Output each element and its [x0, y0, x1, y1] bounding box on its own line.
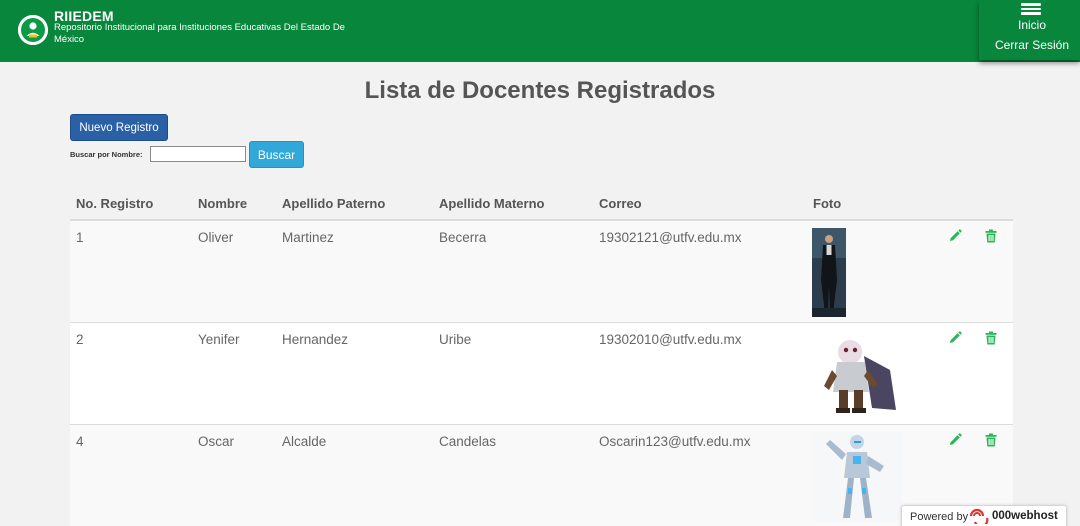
col-header-apellido-paterno: Apellido Paterno: [276, 188, 433, 221]
cell-nombre: Oliver: [192, 219, 276, 322]
table-header-row: No. Registro Nombre Apellido Paterno Ape…: [70, 188, 1013, 221]
nuevo-registro-button[interactable]: Nuevo Registro: [70, 114, 168, 141]
docente-photo: [812, 228, 846, 317]
webhost-brand: 000webhost: [992, 510, 1058, 522]
cell-apellido-paterno: Hernandez: [276, 321, 433, 424]
cell-actions: [941, 219, 1013, 322]
col-header-nombre: Nombre: [192, 188, 276, 221]
cell-apellido-paterno: Martinez: [276, 219, 433, 322]
menu-item-inicio[interactable]: Inicio: [1018, 18, 1046, 32]
trash-icon[interactable]: [983, 330, 999, 346]
cell-foto: [807, 321, 941, 424]
docente-photo: [812, 431, 902, 521]
riiedem-logo: [18, 15, 48, 45]
cell-nombre: Oscar: [192, 423, 276, 526]
menu-item-cerrar-sesion[interactable]: Cerrar Sesión: [995, 38, 1069, 52]
cell-correo: 19302010@utfv.edu.mx: [593, 321, 807, 424]
docentes-table: No. Registro Nombre Apellido Paterno Ape…: [70, 188, 1013, 526]
cell-no-registro: 4: [70, 423, 192, 526]
col-header-foto: Foto: [807, 188, 941, 221]
docente-photo: [812, 329, 902, 419]
cell-apellido-materno: Uribe: [433, 321, 593, 424]
buscar-button[interactable]: Buscar: [249, 141, 304, 168]
cell-no-registro: 1: [70, 219, 192, 322]
pencil-icon[interactable]: [947, 330, 963, 346]
table-row: 1 Oliver Martinez Becerra 19302121@utfv.…: [70, 219, 1013, 322]
cell-foto: [807, 219, 941, 322]
cell-apellido-paterno: Alcalde: [276, 423, 433, 526]
cell-apellido-materno: Candelas: [433, 423, 593, 526]
col-header-actions: [941, 188, 1013, 221]
nav-menu: Inicio Cerrar Sesión: [979, 0, 1080, 60]
search-input[interactable]: [150, 146, 246, 162]
search-label: Buscar por Nombre:: [70, 150, 143, 159]
hamburger-icon[interactable]: [1021, 3, 1041, 15]
powered-by-text: Powered by: [910, 511, 969, 523]
top-navbar: RIIEDEM Repositorio Institucional para I…: [0, 0, 1080, 62]
cell-correo: Oscarin123@utfv.edu.mx: [593, 423, 807, 526]
table-row: 2 Yenifer Hernandez Uribe 19302010@utfv.…: [70, 321, 1013, 424]
brand-subtitle: Repositorio Institucional para Instituci…: [54, 22, 345, 45]
powered-by-badge[interactable]: Powered by 000webhost: [901, 505, 1067, 526]
trash-icon[interactable]: [983, 432, 999, 448]
pencil-icon[interactable]: [947, 228, 963, 244]
table-row: 4 Oscar Alcalde Candelas Oscarin123@utfv…: [70, 423, 1013, 526]
cell-correo: 19302121@utfv.edu.mx: [593, 219, 807, 322]
cell-actions: [941, 321, 1013, 424]
pencil-icon[interactable]: [947, 432, 963, 448]
cell-apellido-materno: Becerra: [433, 219, 593, 322]
cell-nombre: Yenifer: [192, 321, 276, 424]
col-header-apellido-materno: Apellido Materno: [433, 188, 593, 221]
trash-icon[interactable]: [983, 228, 999, 244]
webhost-logo-icon: [969, 508, 989, 524]
cell-no-registro: 2: [70, 321, 192, 424]
col-header-correo: Correo: [593, 188, 807, 221]
col-header-no-registro: No. Registro: [70, 188, 192, 221]
page-title: Lista de Docentes Registrados: [364, 77, 716, 104]
